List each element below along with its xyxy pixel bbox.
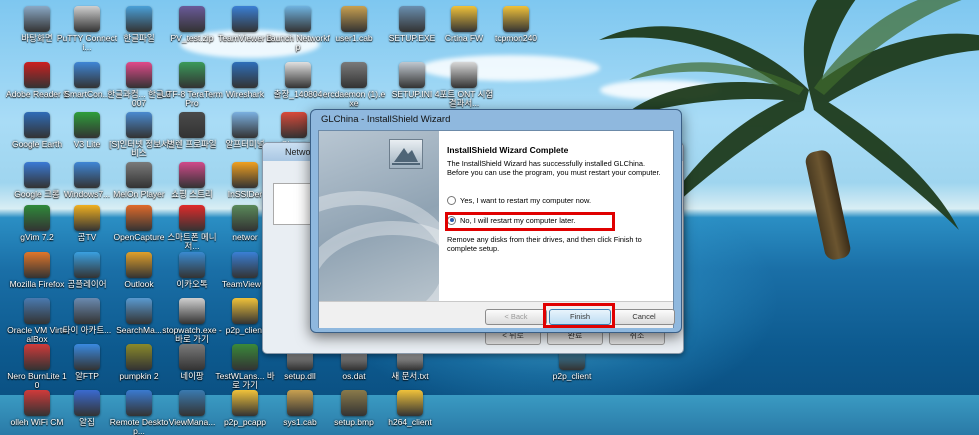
hwp-icon — [126, 62, 152, 88]
wifi-icon — [24, 390, 50, 416]
app-icon — [179, 344, 205, 370]
desktop-icon-label: 출장_140804 — [273, 89, 323, 99]
chrome-icon — [281, 112, 307, 138]
highlight-restart-later — [445, 212, 615, 231]
doc-icon — [451, 62, 477, 88]
teraterm-icon — [179, 62, 205, 88]
earth-icon — [24, 112, 50, 138]
nero-icon — [24, 344, 50, 370]
chrome-icon — [24, 162, 50, 188]
back-button[interactable]: < Back — [485, 309, 547, 325]
gomplayer-icon — [74, 252, 100, 278]
wizard-banner — [319, 131, 439, 301]
capture-icon — [126, 205, 152, 231]
shopping-icon — [179, 162, 205, 188]
v3-icon — [74, 112, 100, 138]
desktop-icon[interactable]: tcpmon240 — [484, 4, 548, 60]
app-icon — [232, 112, 258, 138]
desktop-icon-label: tcpmon240 — [494, 33, 538, 43]
folder-icon — [451, 6, 477, 32]
remove-disks-text: Remove any disks from their drives, and … — [447, 235, 642, 253]
phone-icon — [179, 205, 205, 231]
desktop-background: 바탕화면 PuTTY Connecti... 한글파일 PV_test.zip Team… — [0, 0, 979, 435]
app-icon — [126, 112, 152, 138]
desktop-icon[interactable]: ercdaemon (1).exe — [322, 60, 386, 116]
wizard-footer: < Back Finish Cancel — [319, 301, 675, 328]
folder-icon — [232, 298, 258, 324]
desktop-icon[interactable]: h264_client — [378, 388, 442, 435]
desktop-icon-label: Launch Networkfp — [266, 33, 330, 52]
doc-icon — [285, 62, 311, 88]
cancel-button[interactable]: Cancel — [613, 309, 675, 325]
alzip-icon — [74, 390, 100, 416]
app-icon — [179, 390, 205, 416]
desktop-icon[interactable]: 출장_140804 — [266, 60, 330, 116]
folder-icon — [503, 6, 529, 32]
app-icon — [179, 112, 205, 138]
radio-button-icon[interactable] — [447, 195, 456, 205]
cab-icon — [287, 390, 313, 416]
hwp-icon — [126, 6, 152, 32]
windows-icon — [74, 162, 100, 188]
desktop-icon[interactable]: Launch Networkfp — [266, 4, 330, 60]
bmp-icon — [341, 390, 367, 416]
pdf-icon — [24, 62, 50, 88]
desktop-icon-label: user1.cab — [335, 33, 373, 43]
desktop-icon-label: h264_client — [388, 417, 432, 427]
stopwatch-icon — [179, 298, 205, 324]
desktop-icon[interactable]: user1.cab — [322, 4, 386, 60]
folder-icon — [397, 390, 423, 416]
app-icon — [74, 298, 100, 324]
firefox-icon — [24, 252, 50, 278]
desktop-icon[interactable]: setup.bmp — [322, 388, 386, 435]
wizard-body: InstallShield Wizard Complete The Instal… — [318, 130, 675, 328]
wireshark-icon — [232, 62, 258, 88]
shortcut-icon — [232, 344, 258, 370]
highlight-finish — [543, 303, 615, 328]
zip-icon — [179, 6, 205, 32]
wizard-title: GLChina - InstallShield Wizard — [321, 114, 451, 125]
photo-icon — [24, 6, 50, 32]
app-icon — [74, 62, 100, 88]
radio-restart-now-label: Yes, I want to restart my computer now. — [460, 195, 592, 205]
desktop-icon-label: ercdaemon (1).exe — [322, 89, 386, 108]
desktop-icon[interactable]: 4포트 ONT 시험결과서... — [432, 60, 496, 116]
installshield-wizard-window[interactable]: GLChina - InstallShield Wizard InstallSh… — [310, 109, 682, 333]
exe-icon — [341, 62, 367, 88]
pumpkin-icon — [126, 344, 152, 370]
desktop-icon-label: 새 문서.txt — [391, 371, 429, 381]
radio-restart-now[interactable]: Yes, I want to restart my computer now. — [447, 193, 667, 207]
search-app-icon — [126, 298, 152, 324]
shortcut-icon — [285, 6, 311, 32]
desktop-icon-label: p2p_client — [552, 371, 592, 381]
melon-icon — [126, 162, 152, 188]
outlook-icon — [126, 252, 152, 278]
folder-icon — [232, 390, 258, 416]
wizard-heading: InstallShield Wizard Complete — [447, 145, 569, 155]
cab-icon — [341, 6, 367, 32]
teamviewer-icon — [232, 6, 258, 32]
inssider-icon — [232, 162, 258, 188]
desktop-icon-label: 4포트 ONT 시험결과서... — [434, 89, 494, 108]
remote-desktop-icon — [126, 390, 152, 416]
virtualbox-icon — [24, 298, 50, 324]
desktop-icon-label: setup.bmp — [334, 417, 374, 427]
gomtv-icon — [74, 205, 100, 231]
chat-icon — [179, 252, 205, 278]
network-icon — [232, 205, 258, 231]
vim-icon — [24, 205, 50, 231]
terminal-icon — [74, 6, 100, 32]
setup-icon — [399, 6, 425, 32]
wizard-message: The InstallShield Wizard has successfull… — [447, 159, 661, 177]
installshield-logo-icon — [389, 139, 423, 169]
teamviewer-icon — [232, 252, 258, 278]
ini-icon — [399, 62, 425, 88]
desktop-icon-label: os.dat — [342, 371, 366, 381]
ftp-icon — [74, 344, 100, 370]
